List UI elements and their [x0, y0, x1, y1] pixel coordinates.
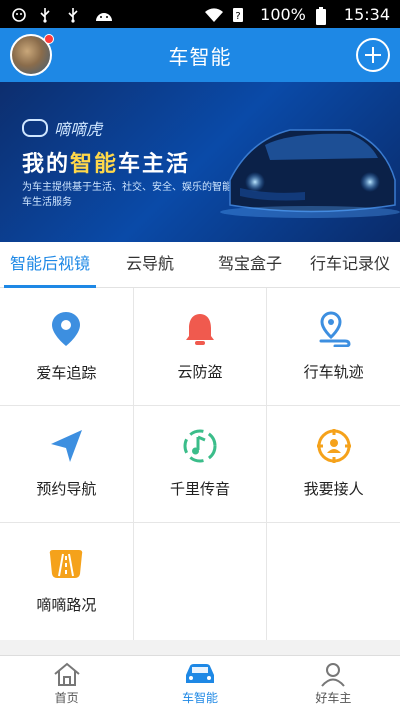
- plus-icon: [365, 47, 381, 63]
- sim-icon: [10, 7, 28, 22]
- empty-cell: [267, 523, 400, 640]
- nav-label: 首页: [54, 691, 79, 705]
- nav-good-owner[interactable]: 好车主: [267, 656, 400, 711]
- banner-brand: 嘀嘀虎: [22, 116, 102, 140]
- feature-grid: 爱车追踪 云防盗 行车轨迹 预约导航 千里传音 我要接人 嘀嘀路况: [0, 288, 400, 640]
- feature-driving-route[interactable]: 行车轨迹: [267, 288, 400, 405]
- user-icon: [321, 663, 346, 687]
- empty-cell: [133, 523, 267, 640]
- banner-headline-suffix: 车主活: [118, 152, 191, 177]
- feature-anti-theft[interactable]: 云防盗: [133, 288, 267, 405]
- feature-voice-message[interactable]: 千里传音: [133, 405, 267, 523]
- feature-label: 预约导航: [36, 480, 97, 499]
- feature-label: 我要接人: [303, 480, 364, 499]
- app-header: 车智能: [0, 28, 400, 82]
- device-tabs: 智能后视镜 云导航 驾宝盒子 行车记录仪: [0, 242, 400, 288]
- bottom-navigation: 首页 车智能 好车主: [0, 655, 400, 711]
- nav-label: 好车主: [315, 691, 352, 705]
- car-icon: [185, 664, 214, 683]
- notification-dot: [44, 34, 54, 44]
- svg-text:?: ?: [235, 11, 240, 22]
- nav-smart-car[interactable]: 车智能: [133, 656, 266, 711]
- feature-label: 嘀嘀路况: [36, 596, 97, 615]
- feature-label: 行车轨迹: [303, 362, 364, 381]
- nav-home[interactable]: 首页: [0, 656, 133, 711]
- feature-label: 爱车追踪: [36, 363, 97, 382]
- tab-dashcam[interactable]: 行车记录仪: [300, 242, 400, 288]
- feature-traffic[interactable]: 嘀嘀路况: [0, 523, 133, 640]
- music-note-icon: [183, 429, 217, 463]
- banner-headline-prefix: 我的: [22, 152, 71, 177]
- sim-unknown-icon: ?: [232, 7, 250, 22]
- feature-label: 千里传音: [169, 480, 230, 499]
- nav-label: 车智能: [181, 691, 218, 705]
- page-title: 车智能: [168, 44, 232, 69]
- banner-brand-label: 嘀嘀虎: [54, 120, 103, 139]
- android-icon: [94, 7, 112, 21]
- promo-banner[interactable]: 嘀嘀虎 我的智能车主活 为车主提供基于生活、社交、安全、娱乐的智能车生活服务: [0, 82, 400, 242]
- usb-icon: [66, 7, 84, 23]
- wifi-icon: [204, 7, 224, 22]
- feature-scheduled-navigation[interactable]: 预约导航: [0, 405, 133, 523]
- add-button[interactable]: [356, 38, 390, 72]
- tiger-logo-icon: [22, 119, 48, 137]
- route-pin-icon: [319, 311, 351, 347]
- feature-pickup[interactable]: 我要接人: [267, 405, 400, 523]
- road-icon: [50, 550, 83, 579]
- banner-headline: 我的智能车主活: [22, 146, 190, 178]
- alarm-bell-icon: [185, 313, 214, 345]
- feature-car-tracking[interactable]: 爱车追踪: [0, 288, 133, 405]
- car-illustration: [220, 129, 400, 218]
- tab-jiabao-box[interactable]: 驾宝盒子: [200, 242, 300, 288]
- pickup-person-icon: [316, 429, 351, 464]
- tab-cloud-navigation[interactable]: 云导航: [100, 242, 200, 288]
- location-pin-icon: [52, 311, 81, 346]
- tab-smart-mirror[interactable]: 智能后视镜: [0, 242, 100, 288]
- home-icon: [54, 662, 80, 686]
- banner-subtitle: 为车主提供基于生活、社交、安全、娱乐的智能车生活服务: [22, 182, 232, 208]
- status-bar: ? 100% 15:34: [0, 0, 400, 28]
- banner-headline-highlight: 智能: [70, 152, 119, 177]
- battery-percent: 100%: [260, 4, 306, 24]
- feature-label: 云防盗: [177, 362, 223, 381]
- battery-icon: [315, 7, 334, 25]
- usb-icon: [38, 7, 56, 23]
- navigation-arrow-icon: [51, 430, 83, 463]
- clock: 15:34: [343, 4, 390, 24]
